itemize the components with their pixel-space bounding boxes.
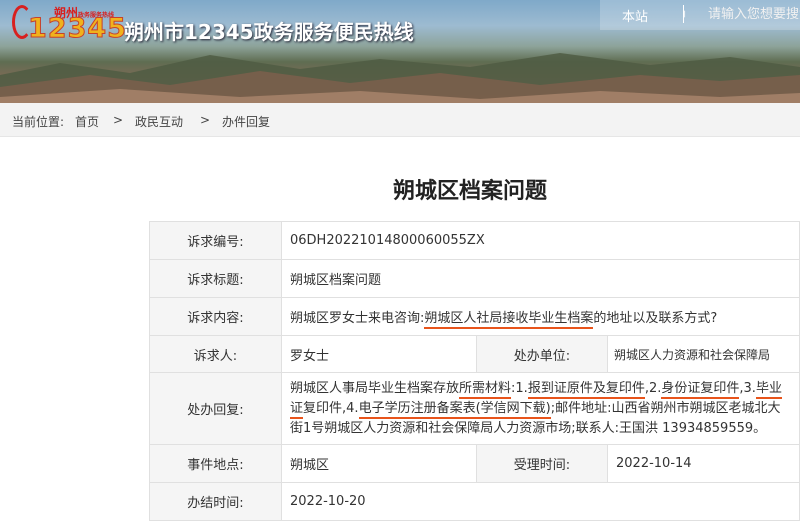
reply-highlight: 电子学历注册备案表(学信网下载) [358, 400, 551, 419]
table-row: 诉求内容: 朔城区罗女士来电咨询:朔城区人社局接收毕业生档案的地址以及联系方式? [149, 297, 800, 336]
header-banner: 朔州政务服务热线 12345 朔州市12345政务服务便民热线 本站 [0, 0, 800, 103]
location-label: 事件地点: [149, 444, 282, 483]
table-row: 办结时间: 2022-10-20 [149, 482, 800, 521]
breadcrumb-separator: > [200, 113, 211, 127]
content-label: 诉求内容: [149, 297, 282, 336]
content-prefix: 朔城区罗女士来电咨询: [290, 311, 425, 326]
cursor-icon [684, 10, 686, 18]
table-row: 诉求编号: 06DH20221014800060055ZX [149, 221, 800, 260]
search-input[interactable] [708, 4, 800, 24]
finish-time-label: 办结时间: [149, 482, 282, 521]
search-scope-select[interactable]: 本站 [622, 6, 648, 25]
table-row: 事件地点: 朔城区 受理时间: 2022-10-14 [149, 444, 800, 483]
reply-value: 朔城区人事局毕业生档案存放所需材料:1.报到证原件及复印件,2.身份证复印件,3… [281, 372, 800, 445]
subject-label: 诉求标题: [149, 259, 282, 298]
reply-highlight: 所需材料 [459, 380, 512, 399]
breadcrumb-prefix: 当前位置: [12, 115, 65, 129]
handler-value: 朔城区人力资源和社会保障局 [607, 335, 800, 373]
content-suffix: 的地址以及联系方式? [593, 311, 718, 326]
subject-value: 朔城区档案问题 [281, 259, 800, 298]
table-row: 处办回复: 朔城区人事局毕业生档案存放所需材料:1.报到证原件及复印件,2.身份… [149, 372, 800, 445]
reply-highlight: 报到证原件及复印件 [527, 380, 645, 399]
petitioner-label: 诉求人: [149, 335, 282, 373]
logo-number: 12345 [28, 13, 127, 45]
breadcrumb-separator: > [113, 113, 124, 127]
petitioner-value: 罗女士 [281, 335, 477, 373]
table-row: 诉求人: 罗女士 处办单位: 朔城区人力资源和社会保障局 [149, 335, 800, 373]
accept-time-value: 2022-10-14 [607, 444, 800, 483]
breadcrumb: 当前位置: 首页 > 政民互动 > 办件回复 [0, 103, 800, 137]
reply-text: 复印件,4. [303, 400, 359, 416]
breadcrumb-reply[interactable]: 办件回复 [222, 113, 270, 130]
reply-text: ,3. [739, 380, 756, 396]
location-value: 朔城区 [281, 444, 477, 483]
site-logo[interactable]: 朔州政务服务热线 12345 [8, 2, 126, 50]
reply-text: 朔城区人事局毕业生档案存放 [290, 380, 460, 396]
request-no-value: 06DH20221014800060055ZX [281, 221, 800, 260]
accept-time-label: 受理时间: [476, 444, 608, 483]
content-highlight: 朔城区人社局接收毕业生档案 [424, 311, 594, 329]
case-detail-table: 诉求编号: 06DH20221014800060055ZX 诉求标题: 朔城区档… [149, 221, 800, 521]
table-row: 诉求标题: 朔城区档案问题 [149, 259, 800, 298]
content-value: 朔城区罗女士来电咨询:朔城区人社局接收毕业生档案的地址以及联系方式? [281, 297, 800, 336]
mountain-background [0, 53, 800, 103]
page-title: 朔城区档案问题 [392, 179, 547, 204]
breadcrumb-interaction[interactable]: 政民互动 [135, 113, 183, 130]
request-no-label: 诉求编号: [149, 221, 282, 260]
finish-time-value: 2022-10-20 [281, 482, 800, 521]
reply-text: ,2. [644, 380, 662, 396]
site-title: 朔州市12345政务服务便民热线 [124, 20, 414, 44]
reply-text: :1. [511, 380, 528, 396]
handler-label: 处办单位: [476, 335, 608, 373]
reply-highlight: 身份证复印件 [661, 380, 740, 399]
reply-label: 处办回复: [149, 372, 282, 445]
breadcrumb-home[interactable]: 首页 [75, 113, 99, 130]
